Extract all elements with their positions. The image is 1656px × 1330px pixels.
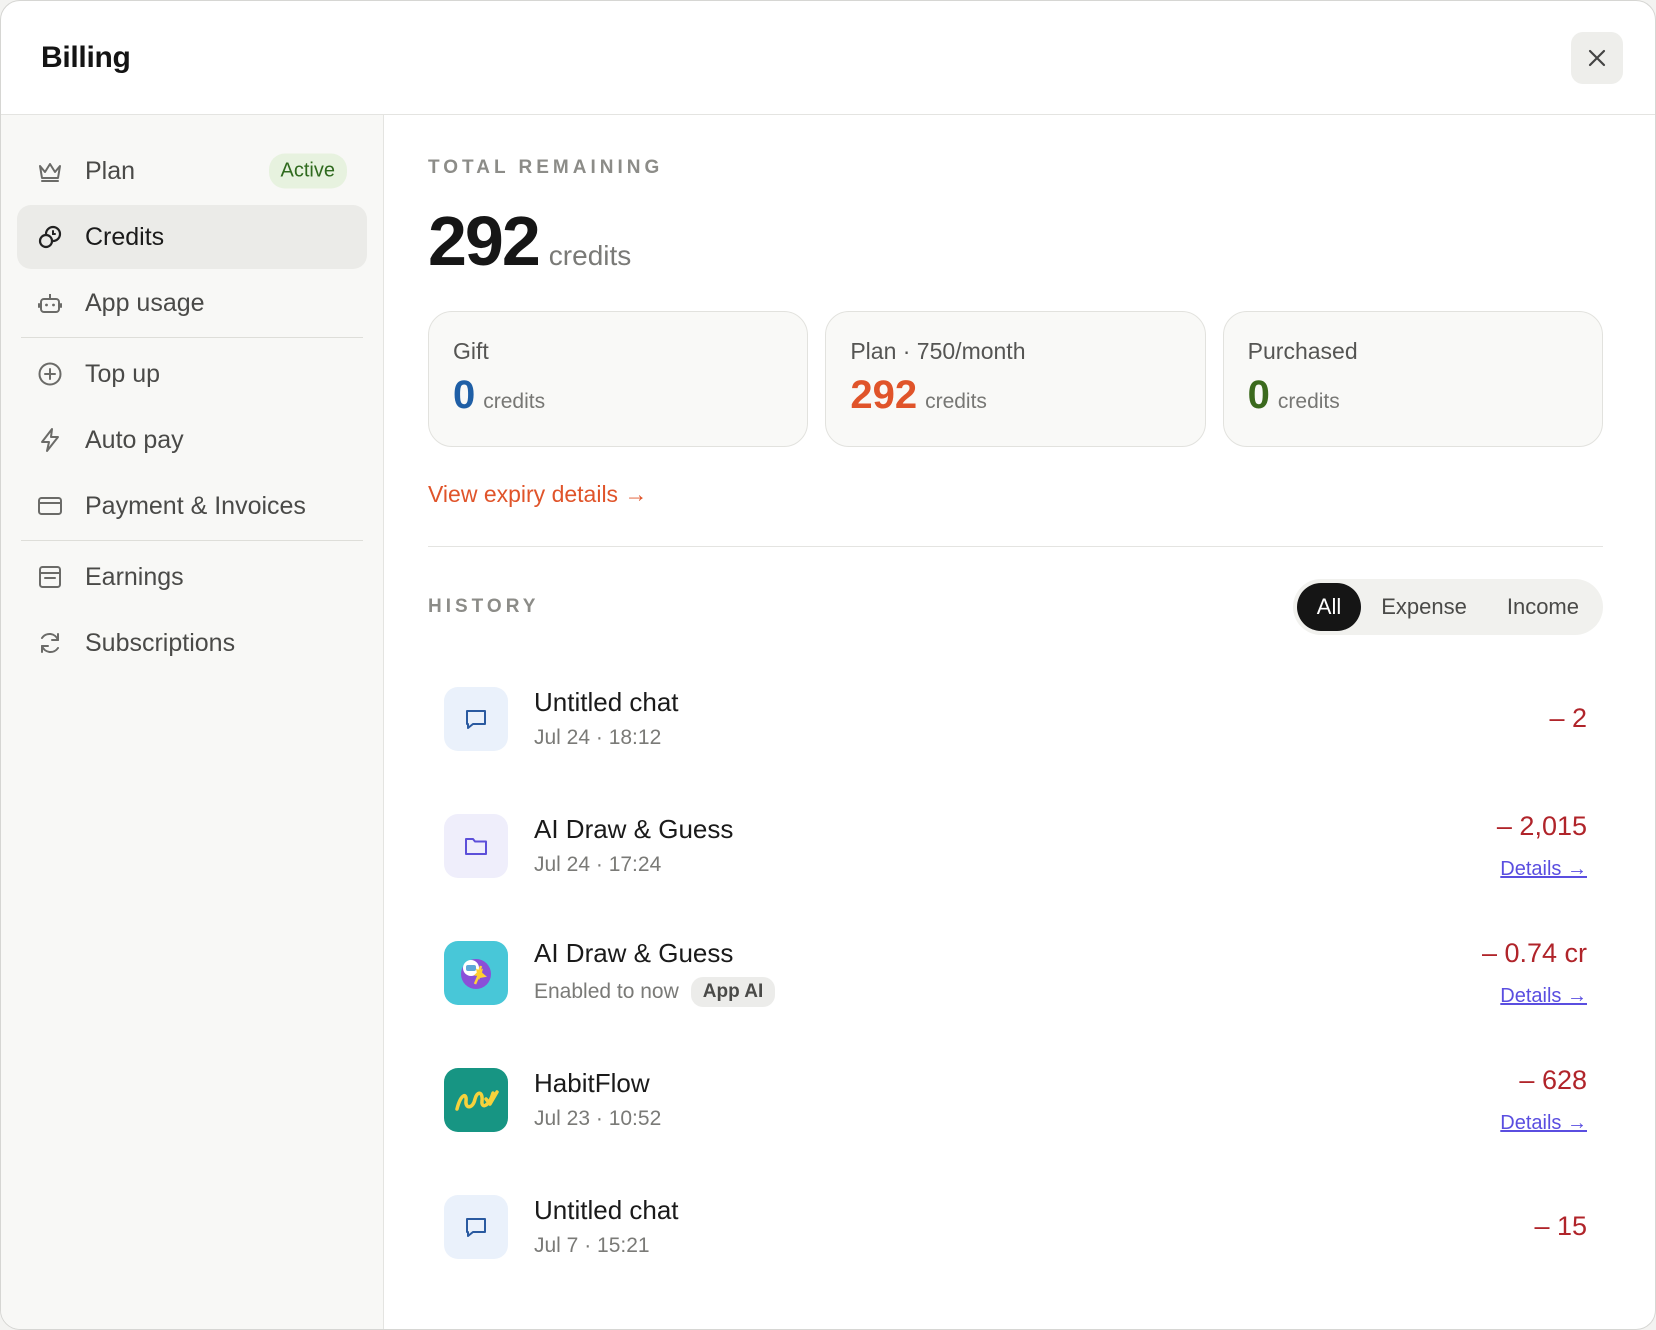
- sidebar-item-subscriptions[interactable]: Subscriptions: [17, 611, 367, 675]
- sidebar-item-top-up[interactable]: Top up: [17, 342, 367, 406]
- card-unit: credits: [483, 390, 546, 413]
- sidebar-item-label: Credits: [85, 222, 165, 251]
- robot-icon: [35, 288, 65, 318]
- credits-panel: TOTAL REMAINING 292 credits Gift 0 credi…: [384, 115, 1655, 1329]
- row-subtitle: Enabled to now: [534, 980, 679, 1003]
- billing-modal: Billing Plan Active Credits App usage To…: [0, 0, 1656, 1330]
- history-header: HISTORY All Expense Income: [428, 579, 1603, 635]
- plus-circle-icon: [35, 359, 65, 389]
- history-row[interactable]: AI Draw & Guess Enabled to now App AI – …: [428, 909, 1603, 1036]
- details-link[interactable]: Details →: [1500, 1112, 1587, 1135]
- row-title: HabitFlow: [534, 1068, 650, 1098]
- purchased-credits-card: Purchased 0 credits: [1222, 311, 1603, 447]
- sidebar-item-earnings[interactable]: Earnings: [17, 545, 367, 609]
- history-row[interactable]: Untitled chat Jul 24 · 18:12 – 2: [428, 655, 1603, 782]
- card-unit: credits: [1277, 390, 1340, 413]
- sidebar-item-label: Payment & Invoices: [85, 491, 306, 520]
- details-link[interactable]: Details →: [1500, 985, 1587, 1008]
- history-list: Untitled chat Jul 24 · 18:12 – 2 AI Draw…: [428, 655, 1603, 1290]
- sidebar-item-label: Top up: [85, 359, 161, 388]
- sidebar-item-label: Subscriptions: [85, 628, 236, 657]
- row-subtitle: Jul 23 · 10:52: [534, 1107, 662, 1130]
- filter-expense[interactable]: Expense: [1361, 583, 1487, 631]
- row-title: AI Draw & Guess: [534, 814, 734, 844]
- card-unit: credits: [925, 390, 987, 413]
- sidebar-item-payment-invoices[interactable]: Payment & Invoices: [17, 474, 367, 538]
- row-amount: – 15: [1534, 1211, 1587, 1241]
- close-icon: [1588, 49, 1606, 66]
- filter-all[interactable]: All: [1296, 583, 1362, 631]
- total-credits-value: 292: [428, 202, 541, 280]
- crown-icon: [35, 156, 65, 186]
- gift-credits-card: Gift 0 credits: [428, 311, 809, 447]
- row-title: Untitled chat: [534, 1195, 679, 1225]
- row-amount: – 0.74 cr: [1481, 937, 1587, 968]
- chat-icon: [444, 686, 508, 751]
- sidebar: Plan Active Credits App usage Top up Aut…: [1, 115, 384, 1329]
- details-link[interactable]: Details →: [1500, 858, 1587, 881]
- sidebar-item-credits[interactable]: Credits: [17, 205, 367, 269]
- coins-icon: [35, 222, 65, 252]
- sidebar-item-label: Plan: [85, 156, 136, 185]
- view-expiry-details-link[interactable]: View expiry details →: [428, 481, 647, 508]
- sidebar-item-label: Earnings: [85, 562, 184, 591]
- card-value: 292: [850, 373, 918, 417]
- status-badge: Active: [268, 153, 347, 189]
- history-label: HISTORY: [428, 596, 540, 617]
- inbox-icon: [35, 562, 65, 592]
- close-button[interactable]: [1571, 31, 1623, 84]
- row-amount: – 2: [1549, 703, 1587, 733]
- nav-divider: [21, 540, 363, 541]
- nav-divider: [21, 337, 363, 338]
- total-remaining: 292 credits: [428, 201, 1603, 281]
- folder-icon: [444, 813, 508, 878]
- row-subtitle: Jul 7 · 15:21: [534, 1234, 650, 1257]
- app-draw-guess-icon: [444, 940, 508, 1005]
- card-title: Plan · 750/month: [850, 338, 1026, 364]
- card-icon: [35, 491, 65, 521]
- habitflow-icon: [444, 1067, 508, 1132]
- card-value: 0: [453, 373, 476, 417]
- section-divider: [428, 546, 1603, 547]
- credit-breakdown: Gift 0 credits Plan · 750/month 292 cred…: [428, 311, 1603, 447]
- total-remaining-label: TOTAL REMAINING: [428, 157, 664, 178]
- modal-header: Billing: [1, 1, 1655, 115]
- card-value: 0: [1247, 373, 1270, 417]
- history-row[interactable]: HabitFlow Jul 23 · 10:52 – 628 Details →: [428, 1036, 1603, 1163]
- sidebar-item-app-usage[interactable]: App usage: [17, 271, 367, 335]
- app-ai-tag: App AI: [690, 977, 776, 1007]
- history-row[interactable]: AI Draw & Guess Jul 24 · 17:24 – 2,015 D…: [428, 782, 1603, 909]
- chat-icon: [444, 1194, 508, 1259]
- modal-title: Billing: [41, 40, 131, 74]
- history-filter: All Expense Income: [1292, 579, 1603, 635]
- total-credits-unit: credits: [548, 240, 632, 271]
- sidebar-item-plan[interactable]: Plan Active: [17, 139, 367, 203]
- card-title: Purchased: [1247, 338, 1358, 364]
- lightning-icon: [35, 425, 65, 455]
- refresh-icon: [35, 628, 65, 658]
- sidebar-item-auto-pay[interactable]: Auto pay: [17, 408, 367, 472]
- history-row[interactable]: Untitled chat Jul 7 · 15:21 – 15: [428, 1163, 1603, 1290]
- filter-income[interactable]: Income: [1487, 583, 1599, 631]
- row-subtitle: Jul 24 · 18:12: [534, 726, 662, 749]
- row-title: AI Draw & Guess: [534, 938, 734, 968]
- row-subtitle: Jul 24 · 17:24: [534, 853, 662, 876]
- row-amount: – 2,015: [1496, 810, 1587, 841]
- plan-credits-card: Plan · 750/month 292 credits: [825, 311, 1206, 447]
- sidebar-item-label: App usage: [85, 288, 205, 317]
- row-amount: – 628: [1519, 1064, 1587, 1095]
- sidebar-item-label: Auto pay: [85, 425, 184, 454]
- row-title: Untitled chat: [534, 687, 679, 717]
- card-title: Gift: [453, 338, 489, 364]
